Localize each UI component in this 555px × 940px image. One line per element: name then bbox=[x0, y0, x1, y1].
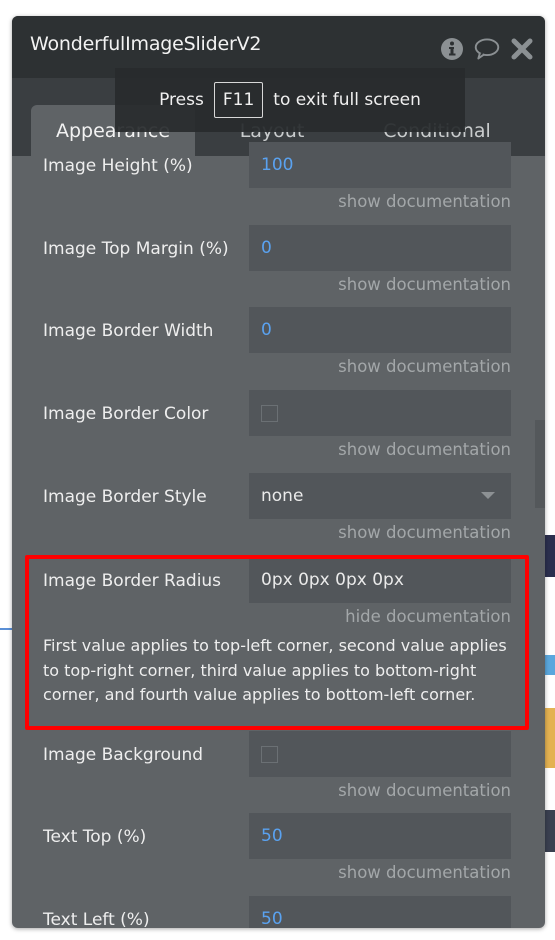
chevron-down-icon bbox=[481, 492, 495, 499]
image-border-radius-input[interactable]: 0px 0px 0px 0px bbox=[249, 557, 511, 603]
text-top-input[interactable]: 50 bbox=[249, 813, 511, 859]
property-label: Image Border Radius bbox=[43, 571, 222, 591]
show-documentation-link[interactable]: show documentation bbox=[338, 357, 511, 376]
toast-suffix: to exit full screen bbox=[273, 90, 421, 110]
background-page-fragment bbox=[545, 535, 555, 577]
property-label: Image Height (%) bbox=[43, 156, 193, 176]
show-documentation-link[interactable]: show documentation bbox=[338, 523, 511, 539]
background-page-fragment bbox=[545, 708, 555, 768]
show-documentation-link[interactable]: show documentation bbox=[338, 192, 511, 211]
show-documentation-link[interactable]: show documentation bbox=[338, 440, 511, 459]
hide-documentation-link[interactable]: hide documentation bbox=[345, 607, 511, 626]
image-background-color-picker[interactable] bbox=[249, 731, 511, 777]
image-border-style-dropdown[interactable]: none bbox=[249, 473, 511, 519]
f11-key-badge: F11 bbox=[213, 82, 264, 118]
property-label: Image Top Margin (%) bbox=[43, 239, 229, 259]
image-height-input[interactable]: 100 bbox=[249, 142, 511, 188]
property-label: Image Background bbox=[43, 745, 204, 765]
close-icon[interactable] bbox=[509, 36, 535, 62]
image-border-color-picker[interactable] bbox=[249, 390, 511, 436]
background-page-fragment bbox=[545, 655, 555, 675]
text-left-input[interactable]: 50 bbox=[249, 896, 511, 928]
show-documentation-link[interactable]: show documentation bbox=[338, 863, 511, 882]
property-label: Text Top (%) bbox=[43, 827, 147, 847]
panel-title: WonderfulImageSliderV2 bbox=[30, 33, 262, 55]
toast-prefix: Press bbox=[159, 90, 204, 110]
image-border-width-input[interactable]: 0 bbox=[249, 307, 511, 353]
background-page-fragment bbox=[0, 628, 12, 630]
dropdown-value: none bbox=[261, 486, 304, 506]
panel-scrollbar[interactable] bbox=[535, 420, 545, 508]
property-documentation: First value applies to top-left corner, … bbox=[43, 636, 507, 704]
property-label: Image Border Color bbox=[43, 404, 209, 424]
appearance-properties: Image Height (%) 100 show documentation … bbox=[12, 142, 545, 928]
image-top-margin-input[interactable]: 0 bbox=[249, 225, 511, 271]
info-icon[interactable] bbox=[439, 36, 465, 62]
show-documentation-link[interactable]: show documentation bbox=[338, 781, 511, 800]
property-label: Image Border Style bbox=[43, 487, 207, 507]
color-swatch[interactable] bbox=[261, 745, 278, 763]
comment-icon[interactable] bbox=[474, 36, 500, 62]
background-page-fragment bbox=[545, 810, 555, 852]
show-documentation-link[interactable]: show documentation bbox=[338, 275, 511, 294]
property-label: Text Left (%) bbox=[43, 910, 150, 928]
color-swatch[interactable] bbox=[261, 404, 278, 422]
fullscreen-exit-toast: Press F11 to exit full screen bbox=[115, 68, 465, 132]
property-editor-panel: WonderfulImageSliderV2 Appearance Layout… bbox=[12, 16, 545, 928]
property-label: Image Border Width bbox=[43, 321, 214, 341]
